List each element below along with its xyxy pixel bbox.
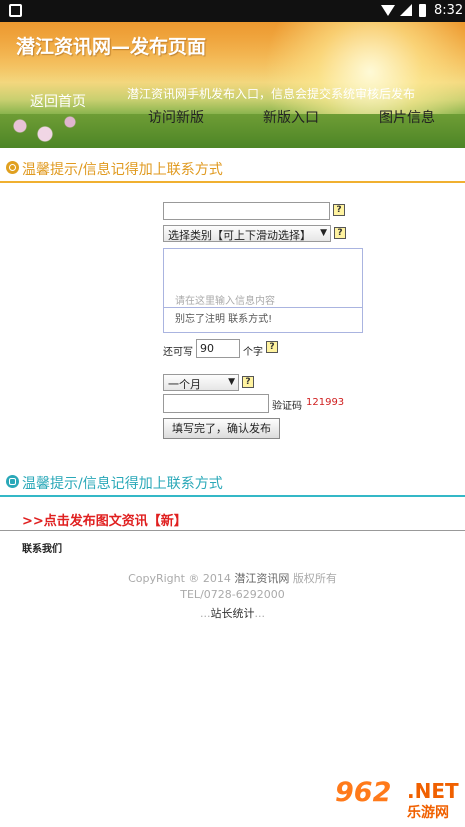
dropdown-arrow-icon: ▼ bbox=[228, 377, 235, 387]
nav-link-image-info[interactable]: 图片信息 bbox=[379, 107, 435, 127]
duration-select[interactable]: 一个月 ▼ bbox=[163, 374, 239, 391]
remaining-unit: 个字 bbox=[243, 347, 263, 358]
help-icon[interactable]: ? bbox=[334, 227, 346, 239]
title-input[interactable] bbox=[163, 202, 330, 220]
tip-bar-bottom: 温馨提示/信息记得加上联系方式 bbox=[0, 467, 465, 497]
nav-link-new-entry[interactable]: 新版入口 bbox=[263, 107, 319, 127]
captcha-label: 验证码 bbox=[272, 401, 302, 412]
remaining-label: 还可写 bbox=[163, 347, 193, 358]
content-hint: 别忘了注明 联系方式! bbox=[175, 314, 273, 325]
page-title: 潜江资讯网—发布页面 bbox=[16, 36, 207, 58]
header-notice: 潜江资讯网手机发布入口，信息会提交系统审核后发布 bbox=[127, 87, 416, 101]
captcha-input[interactable] bbox=[163, 394, 269, 413]
copyright-prefix: CopyRight ® 2014 bbox=[128, 572, 231, 585]
copyright-site: 潜江资讯网 bbox=[234, 572, 290, 585]
status-bar: 8:32 bbox=[0, 0, 465, 22]
header-banner: 潜江资讯网—发布页面 返回首页 潜江资讯网手机发布入口，信息会提交系统审核后发布… bbox=[0, 22, 465, 148]
battery-icon bbox=[419, 4, 426, 17]
content-textarea[interactable]: 请在这里输入信息内容 别忘了注明 联系方式! bbox=[163, 248, 363, 333]
wifi-icon bbox=[381, 5, 395, 16]
captcha-code: 121993 bbox=[306, 397, 345, 408]
watermark-number: 962 bbox=[335, 777, 392, 808]
help-icon[interactable]: ? bbox=[242, 376, 254, 388]
tip-text: 温馨提示/信息记得加上联系方式 bbox=[22, 162, 223, 178]
dropdown-arrow-icon: ▼ bbox=[320, 228, 327, 238]
contact-us-link[interactable]: 联系我们 bbox=[22, 540, 62, 555]
help-icon[interactable]: ? bbox=[266, 341, 278, 353]
tip-text: 温馨提示/信息记得加上联系方式 bbox=[22, 476, 223, 492]
tip-icon bbox=[6, 161, 19, 174]
divider bbox=[164, 307, 362, 308]
publish-image-news-link[interactable]: >>点击发布图文资讯【新】 bbox=[22, 510, 187, 529]
stats-row: ...站长统计... bbox=[0, 605, 465, 621]
category-selected-label: 选择类别【可上下滑动选择】 bbox=[168, 229, 311, 242]
stats-dots: ... bbox=[254, 607, 266, 620]
remaining-count-field: 90 bbox=[196, 339, 240, 358]
stats-dots: ... bbox=[200, 607, 211, 620]
help-icon[interactable]: ? bbox=[333, 204, 345, 216]
app-square-icon bbox=[9, 4, 22, 17]
category-select[interactable]: 选择类别【可上下滑动选择】 ▼ bbox=[163, 225, 331, 242]
submit-button[interactable]: 填写完了，确认发布 bbox=[163, 418, 280, 439]
watermark-net: .NET bbox=[407, 779, 459, 803]
signal-icon bbox=[400, 4, 412, 16]
content-placeholder: 请在这里输入信息内容 bbox=[175, 296, 275, 307]
watermark-logo: 962 .NET 乐游网 bbox=[335, 777, 461, 821]
tip-icon bbox=[6, 475, 19, 488]
nav-link-visit-new[interactable]: 访问新版 bbox=[148, 107, 204, 127]
copyright: CopyRight ® 2014 潜江资讯网 版权所有 bbox=[0, 570, 465, 586]
duration-selected-label: 一个月 bbox=[168, 378, 201, 391]
stats-link[interactable]: 站长统计 bbox=[211, 607, 255, 620]
footer-tel: TEL/0728-6292000 bbox=[180, 588, 285, 601]
tip-bar-top: 温馨提示/信息记得加上联系方式 bbox=[0, 153, 465, 183]
divider bbox=[0, 530, 465, 531]
watermark-site: 乐游网 bbox=[407, 805, 449, 821]
status-time: 8:32 bbox=[434, 3, 464, 18]
copyright-suffix: 版权所有 bbox=[292, 572, 337, 585]
back-home-link[interactable]: 返回首页 bbox=[30, 91, 86, 111]
